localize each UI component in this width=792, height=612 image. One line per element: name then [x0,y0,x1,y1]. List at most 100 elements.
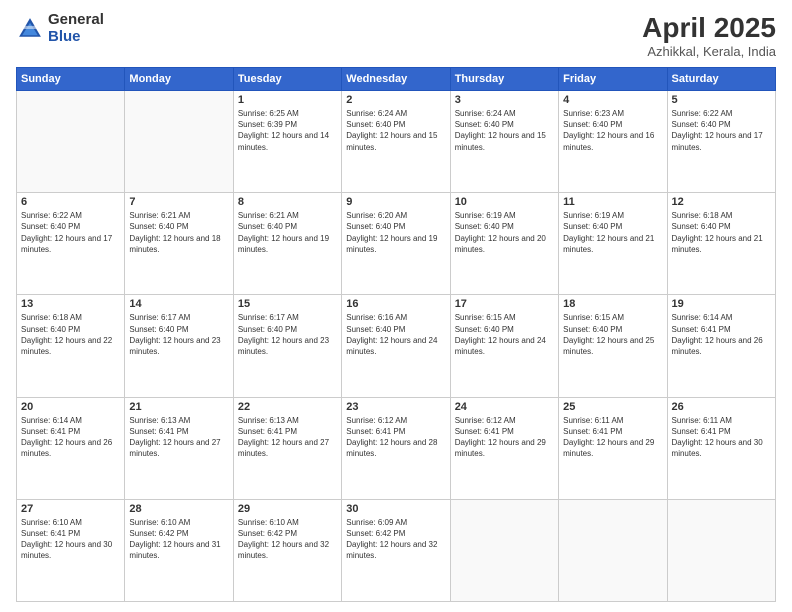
page: General Blue April 2025 Azhikkal, Kerala… [0,0,792,612]
logo-blue-text: Blue [48,29,104,46]
cell-info: Sunrise: 6:21 AM Sunset: 6:40 PM Dayligh… [238,210,337,255]
day-number: 3 [455,94,554,106]
calendar-cell [17,91,125,193]
cell-info: Sunrise: 6:13 AM Sunset: 6:41 PM Dayligh… [129,415,228,460]
day-number: 6 [21,196,120,208]
day-number: 27 [21,503,120,515]
day-number: 8 [238,196,337,208]
cell-info: Sunrise: 6:18 AM Sunset: 6:40 PM Dayligh… [672,210,771,255]
weekday-header-friday: Friday [559,68,667,91]
day-number: 4 [563,94,662,106]
cell-info: Sunrise: 6:14 AM Sunset: 6:41 PM Dayligh… [672,312,771,357]
calendar-cell: 16Sunrise: 6:16 AM Sunset: 6:40 PM Dayli… [342,295,450,397]
calendar-cell [667,499,775,601]
day-number: 21 [129,401,228,413]
cell-info: Sunrise: 6:10 AM Sunset: 6:42 PM Dayligh… [129,517,228,562]
cell-info: Sunrise: 6:19 AM Sunset: 6:40 PM Dayligh… [455,210,554,255]
day-number: 5 [672,94,771,106]
day-number: 13 [21,298,120,310]
calendar-cell: 20 Sunrise: 6:14 AM Sunset: 6:41 PM Dayli… [17,397,125,499]
calendar-cell [125,91,233,193]
cell-info: Sunrise: 6:19 AM Sunset: 6:40 PM Dayligh… [563,210,662,255]
logo-icon [16,15,44,43]
calendar-cell: 15Sunrise: 6:17 AM Sunset: 6:40 PM Dayli… [233,295,341,397]
cell-info: Sunrise: 6:09 AM Sunset: 6:42 PM Dayligh… [346,517,445,562]
cell-info: Sunrise: 6:15 AM Sunset: 6:40 PM Dayligh… [455,312,554,357]
calendar-cell: 1Sunrise: 6:25 AM Sunset: 6:39 PM Daylig… [233,91,341,193]
calendar-week-row: 13Sunrise: 6:18 AM Sunset: 6:40 PM Dayli… [17,295,776,397]
cell-info: Sunrise: 6:10 AM Sunset: 6:41 PM Dayligh… [21,517,120,562]
weekday-header-sunday: Sunday [17,68,125,91]
calendar-cell: 13Sunrise: 6:18 AM Sunset: 6:40 PM Dayli… [17,295,125,397]
day-number: 22 [238,401,337,413]
day-number: 30 [346,503,445,515]
cell-info: Sunrise: 6:24 AM Sunset: 6:40 PM Dayligh… [455,108,554,153]
calendar-week-row: 20 Sunrise: 6:14 AM Sunset: 6:41 PM Dayli… [17,397,776,499]
calendar-cell: 2 Sunrise: 6:24 AM Sunset: 6:40 PM Daylig… [342,91,450,193]
day-number: 1 [238,94,337,106]
calendar-cell: 19 Sunrise: 6:14 AM Sunset: 6:41 PM Dayli… [667,295,775,397]
cell-info: Sunrise: 6:10 AM Sunset: 6:42 PM Dayligh… [238,517,337,562]
weekday-header-thursday: Thursday [450,68,558,91]
cell-info: Sunrise: 6:13 AM Sunset: 6:41 PM Dayligh… [238,415,337,460]
logo-general-text: General [48,12,104,29]
weekday-header-row: SundayMondayTuesdayWednesdayThursdayFrid… [17,68,776,91]
cell-info: Sunrise: 6:22 AM Sunset: 6:40 PM Dayligh… [672,108,771,153]
weekday-header-wednesday: Wednesday [342,68,450,91]
calendar-cell [450,499,558,601]
day-number: 23 [346,401,445,413]
day-number: 2 [346,94,445,106]
cell-info: Sunrise: 6:12 AM Sunset: 6:41 PM Dayligh… [455,415,554,460]
calendar-cell: 11 Sunrise: 6:19 AM Sunset: 6:40 PM Dayli… [559,193,667,295]
calendar-cell: 30 Sunrise: 6:09 AM Sunset: 6:42 PM Dayli… [342,499,450,601]
cell-info: Sunrise: 6:20 AM Sunset: 6:40 PM Dayligh… [346,210,445,255]
cell-info: Sunrise: 6:17 AM Sunset: 6:40 PM Dayligh… [129,312,228,357]
day-number: 26 [672,401,771,413]
day-number: 9 [346,196,445,208]
calendar-cell: 5 Sunrise: 6:22 AM Sunset: 6:40 PM Daylig… [667,91,775,193]
day-number: 17 [455,298,554,310]
day-number: 7 [129,196,228,208]
day-number: 19 [672,298,771,310]
day-number: 10 [455,196,554,208]
day-number: 28 [129,503,228,515]
calendar-cell: 22 Sunrise: 6:13 AM Sunset: 6:41 PM Dayli… [233,397,341,499]
calendar-cell: 18 Sunrise: 6:15 AM Sunset: 6:40 PM Dayli… [559,295,667,397]
calendar-cell [559,499,667,601]
cell-info: Sunrise: 6:11 AM Sunset: 6:41 PM Dayligh… [672,415,771,460]
calendar-cell: 4 Sunrise: 6:23 AM Sunset: 6:40 PM Daylig… [559,91,667,193]
header: General Blue April 2025 Azhikkal, Kerala… [16,12,776,59]
day-number: 24 [455,401,554,413]
weekday-header-tuesday: Tuesday [233,68,341,91]
month-title: April 2025 [642,12,776,44]
day-number: 25 [563,401,662,413]
cell-info: Sunrise: 6:17 AM Sunset: 6:40 PM Dayligh… [238,312,337,357]
calendar-cell: 27 Sunrise: 6:10 AM Sunset: 6:41 PM Dayli… [17,499,125,601]
calendar-cell: 24 Sunrise: 6:12 AM Sunset: 6:41 PM Dayli… [450,397,558,499]
calendar-cell: 6Sunrise: 6:22 AM Sunset: 6:40 PM Daylig… [17,193,125,295]
location-subtitle: Azhikkal, Kerala, India [642,44,776,59]
logo: General Blue [16,12,104,45]
calendar-cell: 26 Sunrise: 6:11 AM Sunset: 6:41 PM Dayli… [667,397,775,499]
day-number: 14 [129,298,228,310]
calendar-table: SundayMondayTuesdayWednesdayThursdayFrid… [16,67,776,602]
cell-info: Sunrise: 6:15 AM Sunset: 6:40 PM Dayligh… [563,312,662,357]
calendar-cell: 3 Sunrise: 6:24 AM Sunset: 6:40 PM Daylig… [450,91,558,193]
day-number: 18 [563,298,662,310]
cell-info: Sunrise: 6:21 AM Sunset: 6:40 PM Dayligh… [129,210,228,255]
calendar-cell: 17 Sunrise: 6:15 AM Sunset: 6:40 PM Dayli… [450,295,558,397]
calendar-cell: 10 Sunrise: 6:19 AM Sunset: 6:40 PM Dayli… [450,193,558,295]
calendar-cell: 21 Sunrise: 6:13 AM Sunset: 6:41 PM Dayli… [125,397,233,499]
title-block: April 2025 Azhikkal, Kerala, India [642,12,776,59]
calendar-cell: 28 Sunrise: 6:10 AM Sunset: 6:42 PM Dayli… [125,499,233,601]
cell-info: Sunrise: 6:24 AM Sunset: 6:40 PM Dayligh… [346,108,445,153]
cell-info: Sunrise: 6:12 AM Sunset: 6:41 PM Dayligh… [346,415,445,460]
day-number: 20 [21,401,120,413]
calendar-cell: 29Sunrise: 6:10 AM Sunset: 6:42 PM Dayli… [233,499,341,601]
cell-info: Sunrise: 6:23 AM Sunset: 6:40 PM Dayligh… [563,108,662,153]
day-number: 11 [563,196,662,208]
cell-info: Sunrise: 6:16 AM Sunset: 6:40 PM Dayligh… [346,312,445,357]
calendar-cell: 9 Sunrise: 6:20 AM Sunset: 6:40 PM Daylig… [342,193,450,295]
cell-info: Sunrise: 6:14 AM Sunset: 6:41 PM Dayligh… [21,415,120,460]
calendar-week-row: 6Sunrise: 6:22 AM Sunset: 6:40 PM Daylig… [17,193,776,295]
